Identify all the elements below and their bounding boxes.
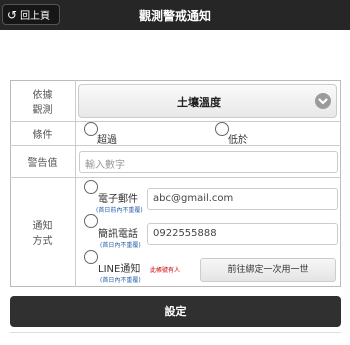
condition-label: 條件 xyxy=(32,129,53,141)
chevron-down-icon xyxy=(315,93,331,109)
notify-method-label: 通知 方式 xyxy=(10,177,75,287)
submit-button[interactable]: 設定 xyxy=(10,296,341,327)
observation-label-line2: 觀測 xyxy=(32,104,53,116)
line-bind-button[interactable]: 前往綁定一次用一世 xyxy=(200,258,336,282)
observation-label-line1: 依據 xyxy=(32,89,53,101)
observation-select-value: 土壤溫度 xyxy=(177,96,221,109)
top-bar: ↺ 回上頁 觀測警戒通知 xyxy=(0,0,350,30)
condition-exceed-label: 超過 xyxy=(97,135,117,146)
condition-below-label: 低於 xyxy=(228,135,248,146)
email-radio[interactable] xyxy=(84,180,98,194)
email-input[interactable]: abc@gmail.com xyxy=(147,188,338,210)
email-note: (首日前內不重覆) xyxy=(96,207,143,214)
email-label: 電子郵件 xyxy=(98,194,138,205)
notify-method-label-line2: 方式 xyxy=(32,236,53,247)
sms-radio[interactable] xyxy=(84,214,98,228)
column-divider xyxy=(75,80,76,287)
observation-select[interactable]: 土壤溫度 xyxy=(78,84,337,118)
observation-label: 依據 觀測 xyxy=(10,80,75,121)
page-title: 觀測警戒通知 xyxy=(138,9,211,23)
condition-exceed-radio[interactable] xyxy=(84,122,98,136)
condition-below-radio[interactable] xyxy=(215,122,229,136)
bottom-divider xyxy=(10,332,341,333)
line-note: (首日內不重覆) xyxy=(100,277,141,284)
notify-method-label-line1: 通知 xyxy=(32,221,53,232)
warning-value-input[interactable]: 輸入數字 xyxy=(79,151,338,173)
line-radio[interactable] xyxy=(84,250,98,264)
sms-note: (首日內不重覆) xyxy=(100,242,141,249)
sms-label: 簡訊電話 xyxy=(98,229,138,240)
line-label: LINE通知 xyxy=(98,264,141,275)
line-account-warning: 此帳號有人 xyxy=(150,267,181,274)
sms-input[interactable]: 0922555888 xyxy=(147,223,338,245)
warning-value-label: 警告值 xyxy=(27,157,58,169)
